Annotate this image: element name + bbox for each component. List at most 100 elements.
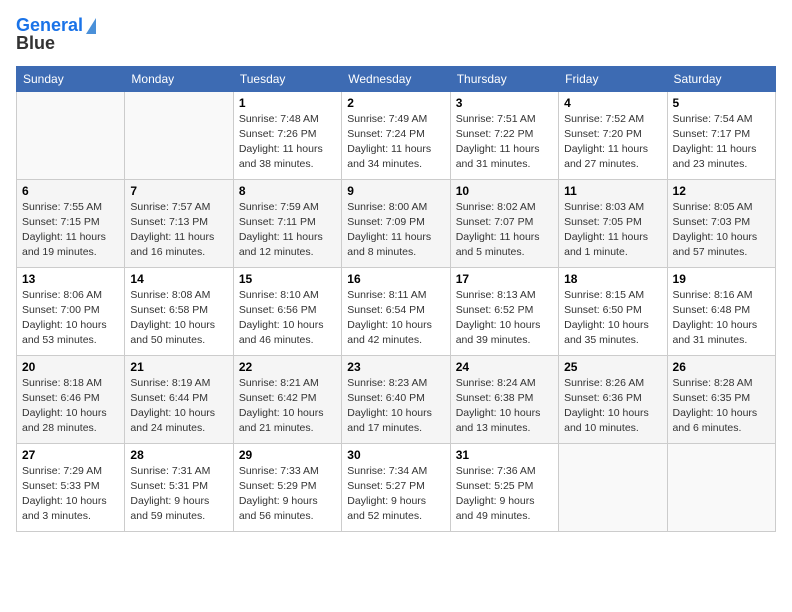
sunset-text: Sunset: 7:26 PM (239, 128, 317, 140)
day-number: 19 (673, 272, 770, 286)
day-number: 28 (130, 448, 227, 462)
daylight-text: Daylight: 10 hours and 17 minutes. (347, 407, 432, 434)
sunrise-text: Sunrise: 7:51 AM (456, 113, 536, 125)
cell-info: Sunrise: 7:59 AM Sunset: 7:11 PM Dayligh… (239, 200, 336, 261)
cell-info: Sunrise: 7:33 AM Sunset: 5:29 PM Dayligh… (239, 464, 336, 525)
calendar-week-1: 1 Sunrise: 7:48 AM Sunset: 7:26 PM Dayli… (17, 91, 776, 179)
daylight-text: Daylight: 10 hours and 6 minutes. (673, 407, 758, 434)
cell-info: Sunrise: 7:52 AM Sunset: 7:20 PM Dayligh… (564, 112, 661, 173)
sunset-text: Sunset: 7:24 PM (347, 128, 425, 140)
cell-info: Sunrise: 8:03 AM Sunset: 7:05 PM Dayligh… (564, 200, 661, 261)
cell-info: Sunrise: 8:23 AM Sunset: 6:40 PM Dayligh… (347, 376, 444, 437)
sunset-text: Sunset: 6:52 PM (456, 304, 534, 316)
daylight-text: Daylight: 9 hours and 49 minutes. (456, 495, 535, 522)
calendar-cell: 24 Sunrise: 8:24 AM Sunset: 6:38 PM Dayl… (450, 355, 558, 443)
sunset-text: Sunset: 7:07 PM (456, 216, 534, 228)
cell-info: Sunrise: 8:13 AM Sunset: 6:52 PM Dayligh… (456, 288, 553, 349)
calendar-week-5: 27 Sunrise: 7:29 AM Sunset: 5:33 PM Dayl… (17, 443, 776, 531)
day-number: 10 (456, 184, 553, 198)
cell-info: Sunrise: 8:21 AM Sunset: 6:42 PM Dayligh… (239, 376, 336, 437)
cell-info: Sunrise: 8:24 AM Sunset: 6:38 PM Dayligh… (456, 376, 553, 437)
page-header: General Blue (16, 16, 776, 54)
sunrise-text: Sunrise: 8:02 AM (456, 201, 536, 213)
calendar-cell: 13 Sunrise: 8:06 AM Sunset: 7:00 PM Dayl… (17, 267, 125, 355)
weekday-header-monday: Monday (125, 66, 233, 91)
sunrise-text: Sunrise: 7:54 AM (673, 113, 753, 125)
calendar-cell: 17 Sunrise: 8:13 AM Sunset: 6:52 PM Dayl… (450, 267, 558, 355)
sunrise-text: Sunrise: 8:08 AM (130, 289, 210, 301)
calendar-cell: 20 Sunrise: 8:18 AM Sunset: 6:46 PM Dayl… (17, 355, 125, 443)
weekday-header-wednesday: Wednesday (342, 66, 450, 91)
logo-text-blue: Blue (16, 34, 96, 54)
daylight-text: Daylight: 10 hours and 50 minutes. (130, 319, 215, 346)
sunset-text: Sunset: 6:50 PM (564, 304, 642, 316)
daylight-text: Daylight: 11 hours and 5 minutes. (456, 231, 540, 258)
day-number: 25 (564, 360, 661, 374)
cell-info: Sunrise: 7:55 AM Sunset: 7:15 PM Dayligh… (22, 200, 119, 261)
daylight-text: Daylight: 10 hours and 24 minutes. (130, 407, 215, 434)
cell-info: Sunrise: 8:19 AM Sunset: 6:44 PM Dayligh… (130, 376, 227, 437)
calendar-cell (559, 443, 667, 531)
daylight-text: Daylight: 9 hours and 59 minutes. (130, 495, 209, 522)
cell-info: Sunrise: 8:15 AM Sunset: 6:50 PM Dayligh… (564, 288, 661, 349)
daylight-text: Daylight: 10 hours and 35 minutes. (564, 319, 649, 346)
cell-info: Sunrise: 8:10 AM Sunset: 6:56 PM Dayligh… (239, 288, 336, 349)
sunrise-text: Sunrise: 8:21 AM (239, 377, 319, 389)
cell-info: Sunrise: 7:49 AM Sunset: 7:24 PM Dayligh… (347, 112, 444, 173)
sunrise-text: Sunrise: 8:03 AM (564, 201, 644, 213)
weekday-header-thursday: Thursday (450, 66, 558, 91)
calendar-cell: 22 Sunrise: 8:21 AM Sunset: 6:42 PM Dayl… (233, 355, 341, 443)
sunrise-text: Sunrise: 7:55 AM (22, 201, 102, 213)
sunrise-text: Sunrise: 8:11 AM (347, 289, 426, 301)
calendar-cell (17, 91, 125, 179)
calendar-cell: 31 Sunrise: 7:36 AM Sunset: 5:25 PM Dayl… (450, 443, 558, 531)
daylight-text: Daylight: 10 hours and 3 minutes. (22, 495, 107, 522)
sunset-text: Sunset: 7:13 PM (130, 216, 208, 228)
cell-info: Sunrise: 7:31 AM Sunset: 5:31 PM Dayligh… (130, 464, 227, 525)
day-number: 6 (22, 184, 119, 198)
daylight-text: Daylight: 10 hours and 39 minutes. (456, 319, 541, 346)
weekday-header-row: SundayMondayTuesdayWednesdayThursdayFrid… (17, 66, 776, 91)
calendar-cell: 11 Sunrise: 8:03 AM Sunset: 7:05 PM Dayl… (559, 179, 667, 267)
weekday-header-friday: Friday (559, 66, 667, 91)
calendar-cell (667, 443, 775, 531)
daylight-text: Daylight: 10 hours and 46 minutes. (239, 319, 324, 346)
sunrise-text: Sunrise: 7:57 AM (130, 201, 210, 213)
cell-info: Sunrise: 8:26 AM Sunset: 6:36 PM Dayligh… (564, 376, 661, 437)
day-number: 31 (456, 448, 553, 462)
sunrise-text: Sunrise: 7:52 AM (564, 113, 644, 125)
sunrise-text: Sunrise: 7:29 AM (22, 465, 102, 477)
sunset-text: Sunset: 6:56 PM (239, 304, 317, 316)
calendar-cell: 26 Sunrise: 8:28 AM Sunset: 6:35 PM Dayl… (667, 355, 775, 443)
cell-info: Sunrise: 7:54 AM Sunset: 7:17 PM Dayligh… (673, 112, 770, 173)
sunset-text: Sunset: 6:38 PM (456, 392, 534, 404)
day-number: 20 (22, 360, 119, 374)
day-number: 8 (239, 184, 336, 198)
day-number: 24 (456, 360, 553, 374)
daylight-text: Daylight: 9 hours and 52 minutes. (347, 495, 426, 522)
cell-info: Sunrise: 8:11 AM Sunset: 6:54 PM Dayligh… (347, 288, 444, 349)
calendar-week-3: 13 Sunrise: 8:06 AM Sunset: 7:00 PM Dayl… (17, 267, 776, 355)
sunset-text: Sunset: 6:58 PM (130, 304, 208, 316)
sunset-text: Sunset: 5:31 PM (130, 480, 208, 492)
daylight-text: Daylight: 10 hours and 13 minutes. (456, 407, 541, 434)
sunrise-text: Sunrise: 8:16 AM (673, 289, 753, 301)
sunrise-text: Sunrise: 8:05 AM (673, 201, 753, 213)
day-number: 3 (456, 96, 553, 110)
calendar-cell: 9 Sunrise: 8:00 AM Sunset: 7:09 PM Dayli… (342, 179, 450, 267)
day-number: 1 (239, 96, 336, 110)
day-number: 12 (673, 184, 770, 198)
calendar-cell: 29 Sunrise: 7:33 AM Sunset: 5:29 PM Dayl… (233, 443, 341, 531)
sunrise-text: Sunrise: 7:48 AM (239, 113, 319, 125)
calendar-cell: 3 Sunrise: 7:51 AM Sunset: 7:22 PM Dayli… (450, 91, 558, 179)
sunrise-text: Sunrise: 8:23 AM (347, 377, 427, 389)
sunset-text: Sunset: 5:29 PM (239, 480, 317, 492)
day-number: 30 (347, 448, 444, 462)
sunrise-text: Sunrise: 8:00 AM (347, 201, 427, 213)
cell-info: Sunrise: 8:02 AM Sunset: 7:07 PM Dayligh… (456, 200, 553, 261)
sunset-text: Sunset: 7:03 PM (673, 216, 751, 228)
sunset-text: Sunset: 5:25 PM (456, 480, 534, 492)
sunrise-text: Sunrise: 8:10 AM (239, 289, 319, 301)
sunrise-text: Sunrise: 8:19 AM (130, 377, 210, 389)
sunset-text: Sunset: 7:20 PM (564, 128, 642, 140)
